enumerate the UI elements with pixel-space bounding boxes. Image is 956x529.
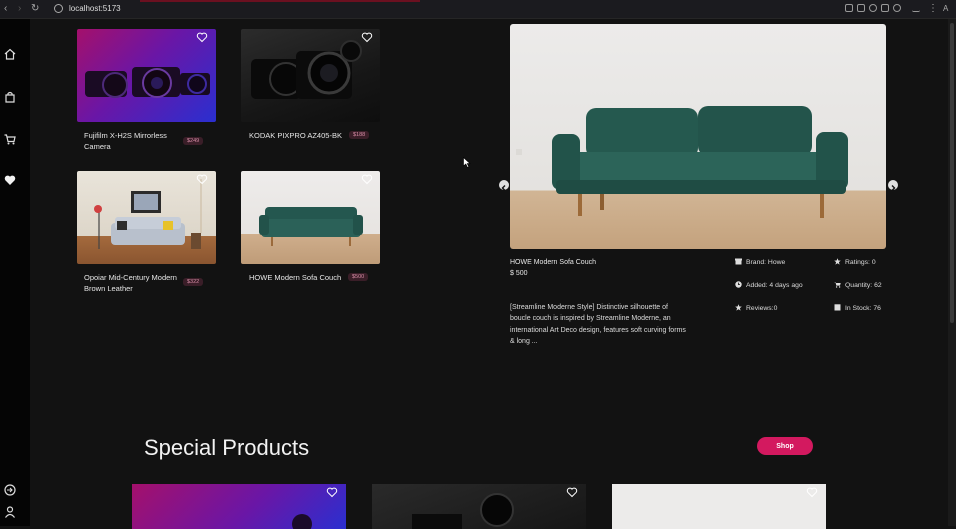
- clock-icon: [735, 281, 742, 288]
- chevron-right-icon: [891, 185, 896, 191]
- page-scrollbar[interactable]: [948, 19, 956, 526]
- browser-toolbar: ‹ › ↻ localhost:5173 ⋮ A: [0, 0, 956, 19]
- back-button[interactable]: ‹: [4, 3, 7, 15]
- user-icon[interactable]: [3, 505, 17, 519]
- cart-icon: [834, 282, 841, 288]
- ratings-meta: Ratings: 0: [834, 258, 876, 267]
- product-image[interactable]: [241, 171, 380, 264]
- stock-text: In Stock: 76: [845, 305, 881, 312]
- logout-icon[interactable]: [3, 483, 17, 497]
- price-badge: $322: [183, 278, 204, 286]
- quantity-text: Quantity: 62: [845, 282, 882, 289]
- forward-button[interactable]: ›: [18, 3, 21, 15]
- price-badge: $500: [348, 273, 369, 281]
- box-icon: [834, 304, 841, 311]
- detail-description: [Streamline Moderne Style] Distinctive s…: [510, 304, 686, 345]
- product-title[interactable]: KODAK PIXPRO AZ405-BK: [249, 130, 349, 141]
- shop-button[interactable]: Shop: [757, 437, 813, 455]
- camera-illustration: [292, 514, 312, 529]
- carousel-prev-button[interactable]: [499, 180, 509, 191]
- favorite-heart-icon[interactable]: [566, 486, 578, 498]
- added-text: Added: 4 days ago: [746, 282, 803, 289]
- sidebar: [0, 19, 30, 526]
- favorites-icon[interactable]: [893, 4, 901, 12]
- url-text: localhost:5173: [69, 4, 121, 13]
- mouse-cursor-icon: [463, 157, 471, 168]
- special-product-image[interactable]: [612, 484, 826, 529]
- sofa-illustration: [516, 106, 848, 218]
- extension-icon[interactable]: [869, 4, 877, 12]
- star-icon: [735, 304, 742, 311]
- favorite-heart-icon[interactable]: [196, 31, 208, 43]
- store-icon: [735, 258, 742, 265]
- detail-product-price: $ 500: [510, 270, 528, 277]
- chevron-left-icon: [501, 185, 506, 191]
- brand-meta: Brand: Howe: [735, 258, 785, 267]
- scrollbar-thumb[interactable]: [950, 23, 954, 323]
- download-icon[interactable]: [912, 4, 920, 12]
- camera-illustration: [251, 40, 362, 99]
- address-bar[interactable]: localhost:5173: [54, 3, 121, 15]
- camera-illustration: [412, 493, 514, 529]
- favorite-heart-icon[interactable]: [361, 173, 373, 185]
- featured-product-image[interactable]: [510, 24, 886, 249]
- home-icon[interactable]: [3, 47, 17, 61]
- quantity-meta: Quantity: 62: [834, 281, 882, 290]
- price-badge: $188: [349, 131, 370, 139]
- favorite-heart-icon[interactable]: [196, 173, 208, 185]
- reviews-meta: Reviews:0: [735, 304, 777, 313]
- ratings-text: Ratings: 0: [845, 259, 876, 266]
- product-title[interactable]: Opoiar Mid-Century Modern Brown Leather: [84, 272, 184, 294]
- special-product-image[interactable]: [132, 484, 346, 529]
- product-title[interactable]: HOWE Modern Sofa Couch: [249, 272, 349, 283]
- sofa-illustration: [259, 207, 363, 246]
- section-title: Special Products: [144, 435, 310, 460]
- extension-icon[interactable]: [845, 4, 853, 12]
- product-title[interactable]: Fujifilm X-H2S Mirrorless Camera: [84, 130, 179, 152]
- product-image[interactable]: [241, 29, 380, 122]
- price-badge: $249: [183, 137, 204, 145]
- star-icon: [834, 258, 841, 265]
- profile-button[interactable]: A: [943, 3, 948, 15]
- detail-product-name: HOWE Modern Sofa Couch: [510, 259, 596, 266]
- extension-icon[interactable]: [857, 4, 865, 12]
- heart-icon[interactable]: [3, 173, 17, 187]
- active-tab-indicator: [140, 0, 420, 2]
- reload-button[interactable]: ↻: [31, 3, 39, 15]
- added-meta: Added: 4 days ago: [735, 281, 803, 290]
- favorite-heart-icon[interactable]: [806, 486, 818, 498]
- cart-icon[interactable]: [3, 132, 17, 146]
- send-icon[interactable]: [881, 4, 889, 12]
- carousel-next-button[interactable]: [888, 180, 898, 191]
- site-info-icon[interactable]: [54, 4, 63, 14]
- reviews-text: Reviews:0: [746, 305, 778, 312]
- stock-meta: In Stock: 76: [834, 304, 881, 313]
- special-product-image[interactable]: [372, 484, 586, 529]
- brand-text: Brand: Howe: [746, 259, 786, 266]
- favorite-heart-icon[interactable]: [326, 486, 338, 498]
- shopping-bag-icon[interactable]: [3, 90, 17, 104]
- favorite-heart-icon[interactable]: [361, 31, 373, 43]
- browser-menu-button[interactable]: ⋮: [928, 3, 938, 15]
